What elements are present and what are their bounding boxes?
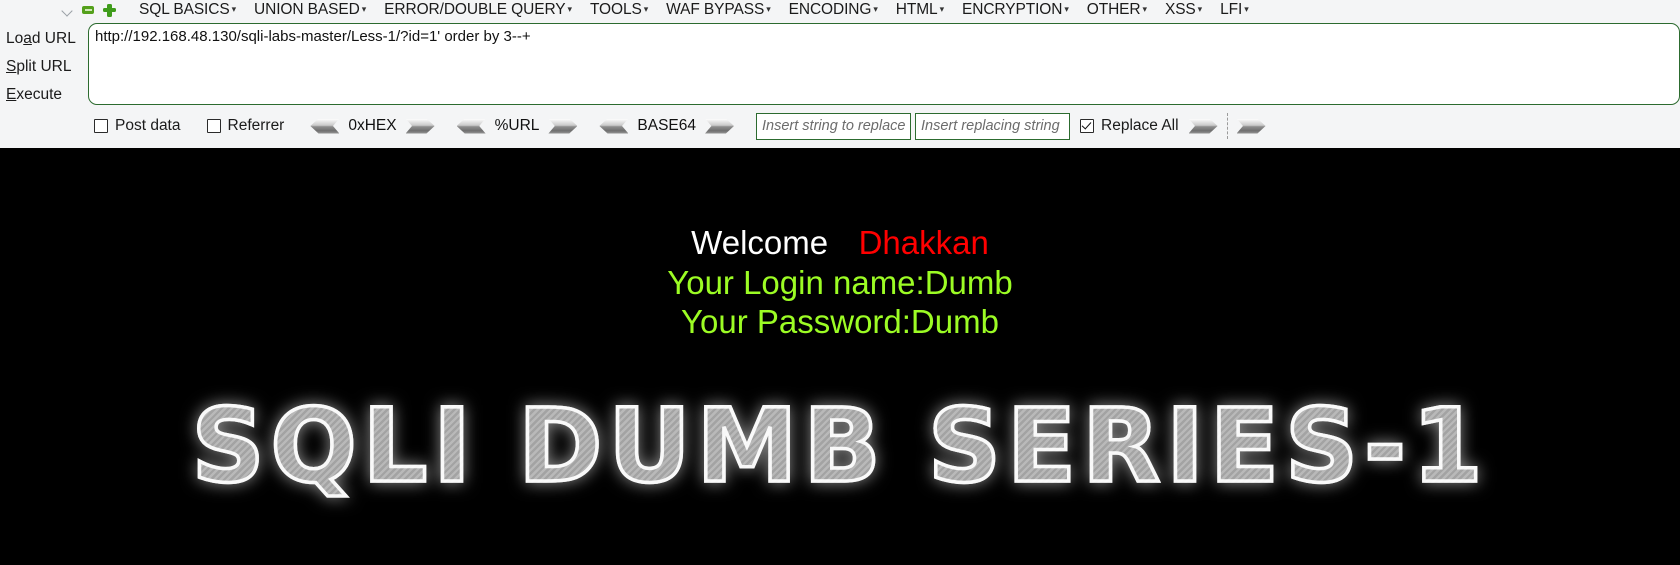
menu-label: WAF BYPASS: [666, 1, 765, 18]
extra-action-icon[interactable]: [1236, 118, 1266, 134]
menu-label: TOOLS: [589, 1, 642, 18]
url-encode-icon[interactable]: [548, 118, 578, 134]
url-codec-label: %URL: [494, 117, 540, 134]
post-data-label: Post data: [115, 117, 181, 134]
password-line: Your Password:Dumb: [681, 303, 999, 340]
menu-error-double-query[interactable]: ERROR/DOUBLE QUERY ▾: [375, 1, 581, 19]
menu-label: ENCODING: [788, 1, 872, 18]
hex-encode-icon[interactable]: [405, 118, 435, 134]
hex-codec-group: 0xHEX: [310, 117, 435, 135]
apply-replace-icon[interactable]: [1188, 118, 1218, 134]
checkbox-box[interactable]: [1080, 119, 1095, 133]
replace-all-label: Replace All: [1101, 117, 1179, 134]
welcome-line: Welcome Dhakkan: [0, 224, 1680, 262]
menu-label: ERROR/DOUBLE QUERY: [384, 1, 566, 18]
hackbar-command-column: Load URL Split URL Execute: [0, 20, 88, 148]
menu-waf-bypass[interactable]: WAF BYPASS ▾: [657, 1, 779, 19]
caret-icon: ▾: [231, 4, 237, 14]
find-string-input[interactable]: [756, 112, 912, 140]
menu-other[interactable]: OTHER ▾: [1078, 1, 1156, 19]
caret-icon: ▾: [1064, 4, 1069, 14]
menu-label: OTHER: [1086, 1, 1141, 18]
load-url-accel: a: [23, 30, 32, 47]
hex-codec-label: 0xHEX: [348, 117, 397, 134]
referrer-checkbox[interactable]: Referrer: [206, 117, 285, 135]
url-input[interactable]: [88, 23, 1680, 105]
caret-icon: ▾: [1197, 4, 1203, 14]
menu-sql-basics[interactable]: SQL BASICS ▾: [130, 1, 245, 19]
menu-label: LFI: [1220, 1, 1243, 18]
split-url-suffix: plit URL: [16, 58, 72, 75]
hackbar-window-icons: [62, 3, 116, 17]
minimize-icon[interactable]: [82, 6, 94, 14]
menu-label: XSS: [1164, 1, 1196, 18]
execute-accel: E: [6, 86, 17, 103]
menu-tools[interactable]: TOOLS ▾: [581, 1, 657, 19]
menu-union-based[interactable]: UNION BASED ▾: [245, 1, 375, 19]
base64-encode-icon[interactable]: [705, 118, 735, 134]
welcome-label: Welcome: [691, 224, 829, 261]
replace-string-input[interactable]: [915, 112, 1071, 140]
menu-label: HTML: [895, 1, 938, 18]
base64-codec-label: BASE64: [637, 117, 697, 134]
caret-icon: ▾: [766, 4, 771, 14]
hackbar-options-row: Post data Referrer 0xHEX %URL BASE64 Rep…: [88, 110, 1266, 142]
referrer-label: Referrer: [227, 117, 285, 134]
url-field-wrapper: [88, 23, 1680, 105]
caret-icon: ▾: [939, 4, 945, 14]
base64-decode-icon[interactable]: [599, 118, 629, 134]
caret-icon: ▾: [1142, 4, 1148, 14]
load-url-prefix: Lo: [6, 30, 24, 47]
menu-html[interactable]: HTML ▾: [887, 1, 953, 19]
hackbar-menu-row: SQL BASICS ▾ UNION BASED ▾ ERROR/DOUBLE QU…: [0, 0, 1680, 20]
url-decode-icon[interactable]: [456, 118, 486, 134]
menu-label: UNION BASED: [254, 1, 360, 18]
checkbox-box[interactable]: [206, 119, 221, 133]
menu-encoding[interactable]: ENCODING ▾: [780, 1, 887, 19]
execute-button[interactable]: Execute: [0, 81, 88, 109]
split-url-accel: S: [6, 58, 17, 75]
url-codec-group: %URL: [456, 117, 578, 135]
load-url-button[interactable]: Load URL: [0, 25, 88, 53]
menu-label: ENCRYPTION: [962, 1, 1063, 18]
replace-all-checkbox[interactable]: Replace All: [1080, 117, 1179, 135]
caret-icon: ▾: [1244, 4, 1249, 14]
execute-suffix: xecute: [16, 86, 63, 103]
caret-icon: ▾: [567, 4, 573, 14]
split-url-button[interactable]: Split URL: [0, 53, 88, 81]
caret-icon: ▾: [873, 4, 878, 14]
base64-codec-group: BASE64: [599, 117, 735, 135]
load-url-suffix: d URL: [31, 30, 76, 47]
hackbar-toolbar: SQL BASICS ▾ UNION BASED ▾ ERROR/DOUBLE QU…: [0, 0, 1680, 148]
menu-xss[interactable]: XSS ▾: [1156, 1, 1211, 19]
hex-decode-icon[interactable]: [310, 118, 340, 134]
user-name: Dhakkan: [858, 224, 989, 261]
checkbox-box[interactable]: [94, 119, 108, 133]
caret-icon: ▾: [361, 4, 367, 14]
chevron-down-icon[interactable]: [62, 5, 73, 16]
login-name-line: Your Login name:Dumb: [667, 264, 1013, 301]
sqli-lab-page: Welcome Dhakkan Your Login name:Dumb You…: [0, 148, 1680, 565]
menu-encryption[interactable]: ENCRYPTION ▾: [953, 1, 1078, 19]
menu-label: SQL BASICS: [139, 1, 230, 18]
sqli-dumb-series-logo: SQLI DUMB SERIES-1: [0, 394, 1680, 499]
menu-lfi[interactable]: LFI ▾: [1211, 1, 1258, 19]
add-icon[interactable]: [103, 3, 116, 17]
hackbar-menubar: SQL BASICS ▾ UNION BASED ▾ ERROR/DOUBLE QU…: [130, 1, 1258, 19]
caret-icon: ▾: [643, 4, 649, 14]
post-data-checkbox[interactable]: Post data: [94, 117, 181, 135]
toolbar-divider: [1226, 113, 1228, 139]
